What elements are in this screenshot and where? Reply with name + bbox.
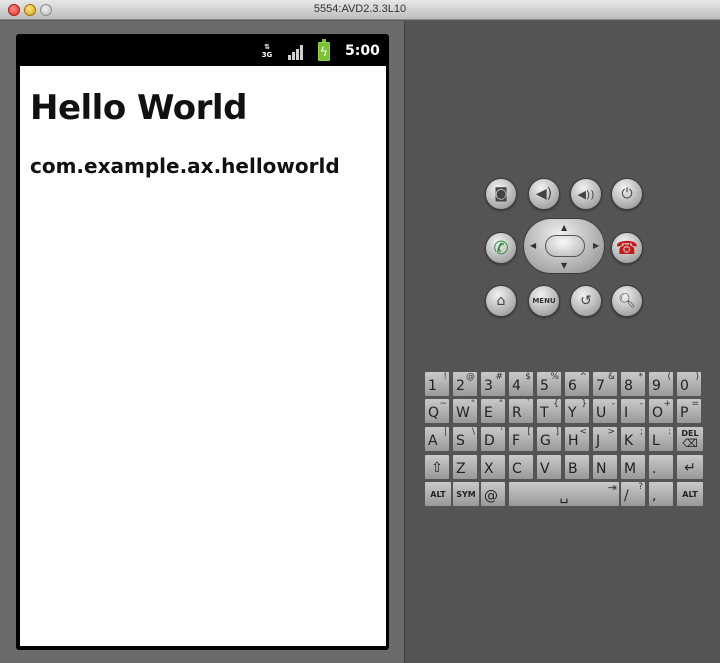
status-time: 5:00 [345,43,380,59]
key-j[interactable]: J > [592,426,618,452]
tab-icon: ⇥ [607,481,617,494]
key-t[interactable]: T{ [536,398,562,424]
dpad-up-arrow[interactable]: ▲ [561,223,567,232]
status-bar: ⇅ 3G ϟ 5:00 [20,38,386,66]
dpad-right-arrow[interactable]: ▶ [593,241,599,250]
shift-key[interactable]: ⇧ [424,454,450,480]
key-f[interactable]: F[ [508,426,534,452]
signal-strength-icon [288,44,306,60]
key-l[interactable]: L: [648,426,674,452]
dpad-down-arrow[interactable]: ▼ [561,261,567,270]
key-6[interactable]: 6 ^ [564,371,590,397]
key-c[interactable]: C [508,454,534,480]
key-y[interactable]: Y} [564,398,590,424]
back-icon: ↺ [580,293,592,309]
phone-call-icon: ✆ [493,237,509,259]
key-4[interactable]: 4 $ [508,371,534,397]
key-s[interactable]: S \ [452,426,478,452]
search-icon: 🔍︎ [618,293,636,309]
home-icon: ⌂ [496,293,506,309]
volume-down-button[interactable]: ◀) [528,178,560,210]
key-w[interactable]: W " [452,398,478,424]
volume-down-icon: ◀) [535,186,553,202]
dpad-left-arrow[interactable]: ◀ [530,241,536,250]
end-call-button[interactable]: ☎ [611,232,643,264]
key-period[interactable]: . [648,454,674,480]
menu-label: MENU [532,297,556,305]
dpad[interactable]: ▲ ▼ ◀ ▶ [523,218,605,274]
key-3[interactable]: 3 # [480,371,506,397]
comma-key[interactable]: , [648,481,674,507]
camera-button[interactable]: ◙ [485,178,517,210]
window-title: 5554:AVD2.3.3L10 [313,3,407,15]
key-v[interactable]: V [536,454,562,480]
home-button[interactable]: ⌂ [485,285,517,317]
key-0[interactable]: 0) [676,371,702,397]
key-n[interactable]: N [592,454,618,480]
key-r[interactable]: R ` [508,398,534,424]
key-7[interactable]: 7 & [592,371,618,397]
key-p[interactable]: P = [676,398,702,424]
app-content: Hello World com.example.ax.helloworld [20,66,386,646]
alt-key-right[interactable]: ALT [676,481,704,507]
network-3g-icon: ⇅ 3G [261,43,273,59]
slash-key[interactable]: / ? [620,481,646,507]
window-titlebar: 5554:AVD2.3.3L10 [0,0,720,20]
space-icon: ␣ [559,488,569,504]
key-2[interactable]: 2 @ [452,371,478,397]
dpad-center-button[interactable] [545,235,585,257]
key-1[interactable]: 1! [424,371,450,397]
key-a[interactable]: A | [424,426,450,452]
key-5[interactable]: 5% [536,371,562,397]
package-name-text: com.example.ax.helloworld [30,154,340,178]
key-h[interactable]: H < [564,426,590,452]
key-o[interactable]: O + [648,398,674,424]
enter-icon: ↵ [684,460,696,476]
power-icon: ⏻ [621,186,633,202]
hello-world-text: Hello World [30,88,247,128]
shift-icon: ⇧ [431,460,443,476]
key-q[interactable]: Q ~ [424,398,450,424]
key-m[interactable]: M [620,454,646,480]
power-button[interactable]: ⏻ [611,178,643,210]
alt-key-left[interactable]: ALT [424,481,452,507]
key-z[interactable]: Z [452,454,478,480]
key-9[interactable]: 9( [648,371,674,397]
controls-panel [404,21,720,663]
sym-key[interactable]: SYM [452,481,480,507]
volume-up-icon: ◀)) [577,187,595,201]
volume-up-button[interactable]: ◀)) [570,178,602,210]
enter-key[interactable]: ↵ [676,454,704,480]
backspace-icon: ⌫ [682,437,698,450]
camera-icon: ◙ [494,186,508,202]
space-key[interactable]: ␣ ⇥ [508,481,620,507]
key-d[interactable]: D ' [480,426,506,452]
back-button[interactable]: ↺ [570,285,602,317]
key-k[interactable]: K; [620,426,646,452]
menu-button[interactable]: MENU [528,285,560,317]
call-button[interactable]: ✆ [485,232,517,264]
delete-key[interactable]: DEL ⌫ [676,426,704,452]
key-i[interactable]: I- [620,398,646,424]
battery-charging-icon: ϟ [318,39,330,61]
key-b[interactable]: B [564,454,590,480]
key-x[interactable]: X [480,454,506,480]
at-key[interactable]: @ [480,481,506,507]
search-button[interactable]: 🔍︎ [611,285,643,317]
key-8[interactable]: 8 * [620,371,646,397]
key-e[interactable]: E " [480,398,506,424]
end-call-icon: ☎ [615,237,639,259]
key-u[interactable]: U- [592,398,618,424]
key-g[interactable]: G] [536,426,562,452]
